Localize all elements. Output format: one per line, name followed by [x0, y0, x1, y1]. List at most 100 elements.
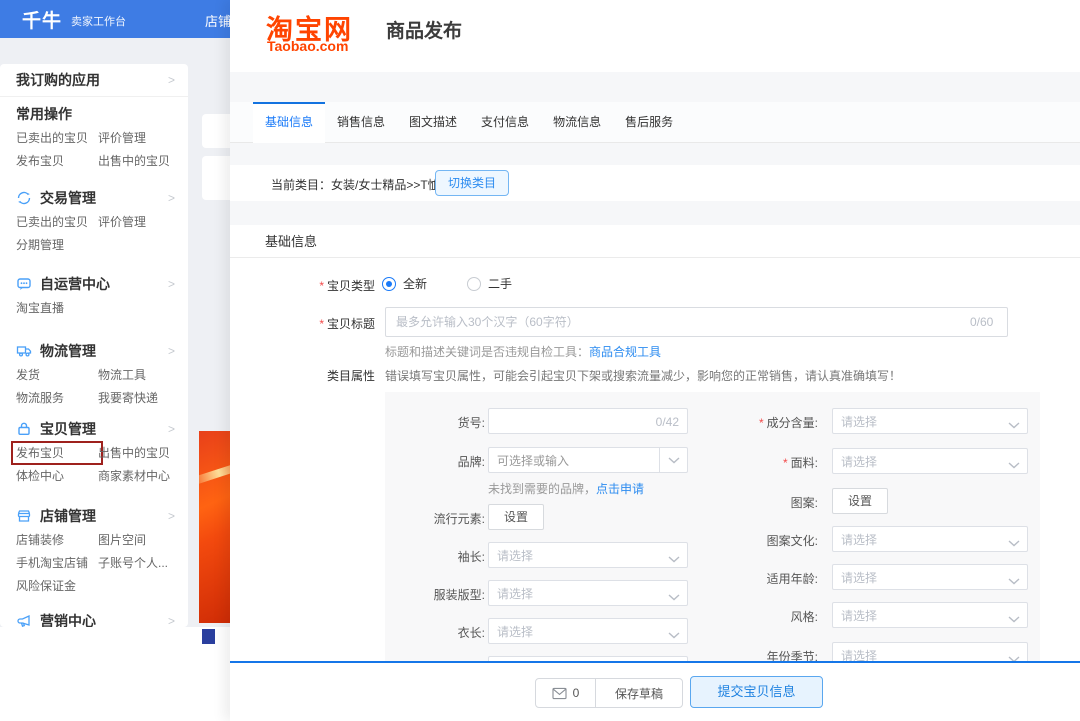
save-draft-button[interactable]: 保存草稿: [596, 679, 682, 707]
sidebar-link-publish-item-highlighted[interactable]: 发布宝贝: [11, 441, 103, 465]
sku-input[interactable]: [497, 413, 647, 429]
sidebar-item-self-operation[interactable]: 自运营中心 >: [0, 276, 188, 292]
tab-description[interactable]: 图文描述: [397, 102, 469, 143]
sku-counter: 0/42: [655, 415, 679, 429]
radio-new[interactable]: [382, 276, 396, 291]
draft-count-button[interactable]: 0: [536, 679, 596, 707]
length-label: 衣长:: [457, 626, 485, 640]
fit-select[interactable]: 请选择: [488, 580, 688, 606]
radio-used[interactable]: [467, 276, 482, 291]
radio-new-label[interactable]: 全新: [403, 275, 427, 292]
envelope-icon: [552, 687, 567, 700]
sidebar-link[interactable]: 出售中的宝贝: [98, 154, 188, 168]
style-select[interactable]: 请选择: [832, 602, 1028, 628]
transaction-icon: [16, 190, 32, 206]
truck-icon: [16, 343, 32, 359]
sidebar-link[interactable]: 物流工具: [98, 368, 188, 382]
sidebar-section-shop-management: 店铺管理 > 店铺装修 图片空间 手机淘宝店铺 子账号个人... 风险保证金: [0, 508, 188, 593]
chevron-right-icon: >: [167, 614, 175, 627]
pattern-culture-label: 图案文化:: [766, 534, 818, 548]
chevron-down-icon: [1008, 612, 1020, 626]
submit-item-button[interactable]: 提交宝贝信息: [690, 676, 823, 708]
sidebar-link[interactable]: 我要寄快递: [98, 391, 188, 405]
tab-sales-info[interactable]: 销售信息: [325, 102, 397, 143]
sidebar-item-logistics[interactable]: 物流管理 >: [0, 343, 188, 359]
pattern-set-button[interactable]: 设置: [832, 488, 888, 514]
sidebar-link[interactable]: 发布宝贝: [16, 154, 98, 168]
composition-label: * 成分含量:: [758, 416, 818, 430]
tab-basic-info[interactable]: 基础信息: [253, 102, 326, 143]
current-category-label: 当前类目：女装/女士精品>>T恤: [271, 178, 440, 192]
page-title: 商品发布: [386, 21, 463, 42]
brand-label: 品牌:: [457, 455, 485, 469]
item-type-options: 全新 二手: [382, 275, 512, 292]
title-counter: 0/60: [970, 315, 994, 329]
apply-brand-link[interactable]: 点击申请: [596, 482, 644, 496]
sidebar-link[interactable]: 发货: [16, 368, 98, 382]
sidebar-link[interactable]: 店铺装修: [16, 533, 98, 547]
sku-label: 货号:: [457, 416, 485, 430]
sidebar-item-my-apps[interactable]: 我订购的应用 >: [0, 64, 188, 97]
attrs-warning: 错误填写宝贝属性，可能会引起宝贝下架或搜索流量减少，影响您的正常销售，请认真准确…: [385, 369, 902, 383]
fit-label: 服装版型:: [433, 588, 485, 602]
brand-select[interactable]: 可选择或输入: [488, 447, 688, 473]
sidebar-item-trade[interactable]: 交易管理 >: [0, 190, 188, 206]
chevron-right-icon: >: [167, 344, 175, 358]
sidebar-section-logistics: 物流管理 > 发货 物流工具 物流服务 我要寄快递: [0, 343, 188, 405]
sidebar-link[interactable]: 子账号个人...: [98, 556, 188, 570]
draft-button-group: 0 保存草稿: [535, 678, 683, 708]
chevron-down-icon: [1008, 418, 1020, 432]
length-select[interactable]: 请选择: [488, 618, 688, 644]
megaphone-icon: [16, 613, 32, 627]
tab-logistics-info[interactable]: 物流信息: [541, 102, 613, 143]
footer-action-bar: 0 保存草稿 提交宝贝信息: [230, 663, 1080, 721]
sidebar-item-shop-management[interactable]: 店铺管理 >: [0, 508, 188, 524]
draft-count: 0: [572, 686, 580, 700]
pattern-culture-select[interactable]: 请选择: [832, 526, 1028, 552]
sidebar: 我订购的应用 > 常用操作 已卖出的宝贝 评价管理 发布宝贝 出售中的宝贝 交易…: [0, 64, 188, 627]
sidebar-link[interactable]: 手机淘宝店铺: [16, 556, 98, 570]
switch-category-button[interactable]: 切换类目: [435, 170, 509, 196]
popular-elements-set-button[interactable]: 设置: [488, 504, 544, 530]
tab-bar: 基础信息 销售信息 图文描述 支付信息 物流信息 售后服务: [230, 102, 1080, 143]
sidebar-item-marketing[interactable]: 营销中心 >: [0, 613, 188, 627]
item-title-label: * 宝贝标题: [319, 317, 375, 331]
item-title-input[interactable]: [385, 307, 1008, 337]
sidebar-link[interactable]: 已卖出的宝贝: [16, 215, 98, 229]
sidebar-link[interactable]: 图片空间: [98, 533, 188, 547]
bag-icon: [16, 421, 32, 437]
sidebar-link[interactable]: 出售中的宝贝: [98, 446, 188, 460]
chevron-down-icon: [659, 448, 687, 472]
brand-helper: 未找到需要的品牌，点击申请: [488, 482, 645, 496]
radio-used-label[interactable]: 二手: [488, 275, 512, 292]
fabric-select[interactable]: 请选择: [832, 448, 1028, 474]
sidebar-link[interactable]: 评价管理: [98, 215, 188, 229]
composition-select[interactable]: 请选择: [832, 408, 1028, 434]
title-helper: 标题和描述关键词是否违规自检工具：商品合规工具: [385, 345, 662, 359]
my-apps-label: 我订购的应用: [16, 72, 100, 88]
sidebar-link[interactable]: 风险保证金: [16, 579, 98, 593]
header-nav-item-clipped[interactable]: 店铺: [205, 11, 231, 30]
sidebar-link[interactable]: 评价管理: [98, 131, 188, 145]
tab-after-sales[interactable]: 售后服务: [613, 102, 685, 143]
sidebar-item-item-management[interactable]: 宝贝管理 >: [0, 421, 188, 437]
season-select[interactable]: 请选择: [832, 642, 1028, 662]
sidebar-section-item-management: 宝贝管理 > 发布宝贝 出售中的宝贝 体检中心 商家素材中心: [0, 421, 188, 483]
age-select[interactable]: 请选择: [832, 564, 1028, 590]
sidebar-link[interactable]: 商家素材中心: [98, 469, 188, 483]
sidebar-link[interactable]: 分期管理: [16, 238, 98, 252]
chevron-down-icon: [668, 590, 680, 604]
sidebar-link[interactable]: 淘宝直播: [16, 301, 98, 315]
sidebar-link[interactable]: 已卖出的宝贝: [16, 131, 98, 145]
taobao-publish-panel: 淘宝网 Taobao.com 商品发布 基础信息 销售信息 图文描述 支付信息 …: [230, 0, 1080, 721]
shop-icon: [16, 508, 32, 524]
item-type-label: * 宝贝类型: [319, 279, 375, 293]
sidebar-link[interactable]: 体检中心: [16, 469, 98, 483]
chevron-right-icon: >: [167, 277, 175, 291]
qianniu-header: 千牛 卖家工作台 店铺: [0, 0, 240, 38]
sleeve-select[interactable]: 请选择: [488, 542, 688, 568]
tab-payment-info[interactable]: 支付信息: [469, 102, 541, 143]
season-label: 年份季节:: [766, 650, 818, 662]
sidebar-link[interactable]: 物流服务: [16, 391, 98, 405]
compliance-tool-link[interactable]: 商品合规工具: [589, 345, 661, 359]
